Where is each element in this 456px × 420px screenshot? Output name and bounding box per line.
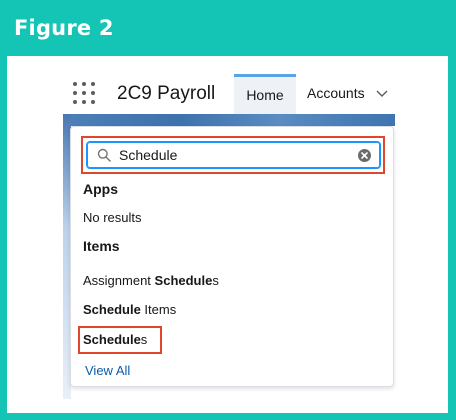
tab-home[interactable]: Home bbox=[234, 74, 296, 114]
apps-heading: Apps bbox=[83, 181, 118, 197]
apps-no-results: No results bbox=[83, 210, 142, 225]
screenshot-area: 2C9 Payroll Home Accounts Apps No result… bbox=[7, 56, 448, 413]
app-name: 2C9 Payroll bbox=[117, 83, 216, 104]
list-item[interactable]: Assignment Schedules bbox=[83, 273, 219, 288]
list-item-schedules[interactable]: Schedules bbox=[83, 332, 147, 347]
figure-title: Figure 2 bbox=[14, 16, 114, 40]
chevron-down-icon[interactable] bbox=[376, 89, 388, 99]
clear-icon[interactable] bbox=[357, 148, 372, 163]
figure-frame: Figure 2 2C9 Payroll Home Accounts Sched… bbox=[0, 0, 456, 420]
list-item[interactable]: Schedule Items bbox=[83, 302, 176, 317]
app-launcher-icon[interactable] bbox=[73, 82, 97, 106]
search-field[interactable] bbox=[86, 141, 381, 169]
tab-accounts[interactable]: Accounts bbox=[307, 85, 365, 101]
search-input[interactable] bbox=[119, 145, 339, 165]
search-icon bbox=[97, 148, 111, 162]
header-banner bbox=[63, 114, 395, 126]
view-all-link[interactable]: View All bbox=[85, 363, 130, 378]
items-heading: Items bbox=[83, 238, 120, 254]
